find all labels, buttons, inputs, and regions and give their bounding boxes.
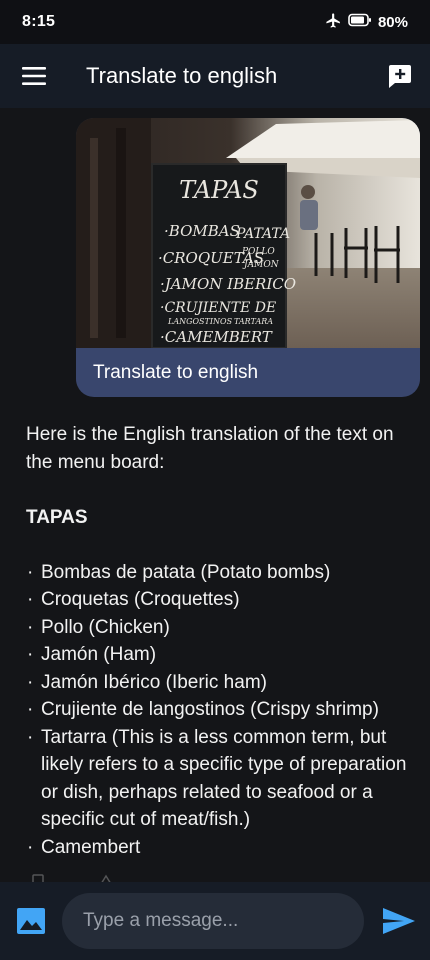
page-title: Translate to english xyxy=(86,63,278,88)
app-bar: Translate to english xyxy=(0,44,430,108)
message-input[interactable] xyxy=(62,893,364,949)
user-message-bubble: TAPAS ·BOMBAS PATATA ·CROQUETAS POLLO JA… xyxy=(76,118,420,397)
board-line: ·CAMEMBERT xyxy=(160,328,273,346)
board-line: LANGOSTINOS xyxy=(167,317,233,326)
status-bar: 8:15 80% xyxy=(0,0,430,44)
board-heading: TAPAS xyxy=(179,176,259,204)
translation-list: Bombas de patata (Potato bombs) Croqueta… xyxy=(26,559,410,862)
battery-percent: 80% xyxy=(377,13,408,31)
status-time: 8:15 xyxy=(22,13,56,30)
list-item: Croquetas (Croquettes) xyxy=(26,586,410,614)
status-icons: 80% xyxy=(325,12,408,33)
battery-icon xyxy=(348,13,372,31)
board-line: ·BOMBAS xyxy=(164,222,240,240)
list-item: Crujiente de langostinos (Crispy shrimp) xyxy=(26,696,410,724)
send-icon xyxy=(383,908,415,934)
board-line: POLLO xyxy=(241,247,275,257)
assistant-heading: TAPAS xyxy=(26,506,88,528)
attach-image-button[interactable] xyxy=(0,882,62,960)
board-line: ·CRUJIENTE DE xyxy=(160,300,276,316)
image-icon xyxy=(17,908,45,934)
board-line: PATATA xyxy=(235,226,290,242)
board-line: ·JAMON IBERICO xyxy=(160,275,296,293)
menu-button[interactable] xyxy=(0,44,68,108)
user-message-text: Translate to english xyxy=(93,361,259,383)
list-item: Pollo (Chicken) xyxy=(26,614,410,642)
composer-bar xyxy=(0,882,430,960)
list-item: Camembert xyxy=(26,834,410,862)
new-chat-button[interactable] xyxy=(370,44,430,108)
list-item: Jamón Ibérico (Iberic ham) xyxy=(26,669,410,697)
board-line: JAMON xyxy=(242,260,280,270)
airplane-mode-icon xyxy=(325,12,342,33)
assistant-message: Here is the English translation of the t… xyxy=(26,421,410,861)
list-item: Bombas de patata (Potato bombs) xyxy=(26,559,410,587)
new-chat-icon xyxy=(389,65,411,88)
menu-icon xyxy=(22,67,46,85)
board-line: TARTARA xyxy=(234,317,273,326)
send-button[interactable] xyxy=(368,882,430,960)
list-item: Tartarra (This is a less common term, bu… xyxy=(26,724,410,834)
list-item: Jamón (Ham) xyxy=(26,641,410,669)
assistant-intro: Here is the English translation of the t… xyxy=(26,424,394,473)
menu-board-photo[interactable]: TAPAS ·BOMBAS PATATA ·CROQUETAS POLLO JA… xyxy=(76,118,420,348)
